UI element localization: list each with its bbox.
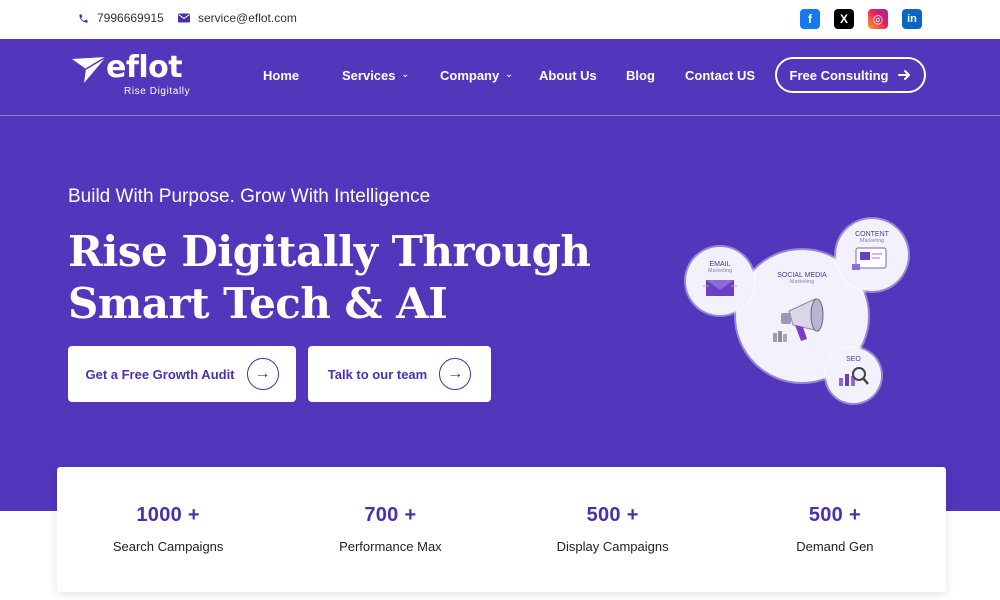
- nav-about[interactable]: About Us: [539, 68, 597, 83]
- hero-tagline: Build With Purpose. Grow With Intelligen…: [68, 186, 431, 207]
- logo-wordmark: eflot: [106, 50, 183, 85]
- stat-value: 500 +: [808, 504, 861, 526]
- nav-contact[interactable]: Contact US: [685, 68, 755, 83]
- chevron-down-icon: ⌄: [401, 69, 410, 79]
- stat-item: 1000 + Search Campaigns: [57, 467, 279, 592]
- nav-services-label: Services: [342, 68, 396, 83]
- stat-label: Demand Gen: [796, 539, 874, 554]
- main-header: eflot Rise Digitally Home Services ⌄ Com…: [0, 39, 1000, 116]
- stat-label: Display Campaigns: [556, 539, 669, 554]
- nav-about-label: About Us: [539, 68, 597, 83]
- nav-contact-label: Contact US: [685, 68, 756, 83]
- nav-company[interactable]: Company ⌄: [440, 68, 513, 83]
- nav-home-label: Home: [263, 68, 300, 83]
- hero-headline-line-2: Smart Tech & AI: [68, 279, 448, 328]
- stat-label: Performance Max: [339, 539, 442, 554]
- stat-value: 1000 +: [136, 504, 200, 526]
- stats-card: 1000 + Search Campaigns 700 + Performanc…: [57, 467, 946, 592]
- hero-headline-line-1: Rise Digitally Through: [68, 227, 591, 276]
- content-screen-icon: [852, 247, 887, 270]
- arrow-right-icon: →: [246, 358, 279, 390]
- x-icon[interactable]: X: [834, 9, 854, 29]
- talk-to-team-label: Talk to our team: [327, 366, 428, 382]
- hero-section: Build With Purpose. Grow With Intelligen…: [0, 116, 1000, 511]
- email-address: service@eflot.com: [198, 11, 297, 25]
- seo-title: SEO: [846, 356, 861, 363]
- top-contact-bar: 7996669915 service@eflot.com f X ◎ in: [0, 0, 1000, 39]
- stat-item: 500 + Demand Gen: [724, 467, 946, 592]
- free-growth-audit-label: Get a Free Growth Audit: [85, 366, 235, 382]
- phone-contact[interactable]: 7996669915: [78, 11, 164, 25]
- linkedin-icon[interactable]: in: [902, 9, 922, 29]
- free-consulting-button[interactable]: Free Consulting: [775, 57, 926, 93]
- facebook-icon[interactable]: f: [800, 9, 820, 29]
- logo-tagline: Rise Digitally: [124, 86, 191, 97]
- email-contact[interactable]: service@eflot.com: [178, 11, 297, 25]
- free-growth-audit-button[interactable]: Get a Free Growth Audit →: [68, 346, 296, 402]
- hero-headline: Rise Digitally Through Smart Tech & AI: [68, 226, 591, 330]
- arrow-right-icon: →: [439, 358, 472, 390]
- content-title: CONTENT: [855, 231, 889, 238]
- email-subtitle: Marketing: [707, 268, 733, 274]
- megaphone-icon: [773, 298, 824, 342]
- envelope-icon: [703, 280, 737, 296]
- arrow-right-icon: [898, 70, 911, 80]
- chevron-down-icon: ⌄: [505, 69, 513, 79]
- stat-item: 500 + Display Campaigns: [502, 467, 724, 592]
- magnifier-chart-icon: [838, 367, 869, 386]
- nav-home[interactable]: Home: [263, 68, 299, 83]
- stat-item: 700 + Performance Max: [279, 467, 501, 592]
- content-subtitle: Marketing: [859, 238, 885, 244]
- envelope-icon: [178, 13, 190, 23]
- instagram-icon[interactable]: ◎: [868, 9, 888, 29]
- logo[interactable]: eflot Rise Digitally: [72, 50, 190, 97]
- free-consulting-label: Free Consulting: [789, 67, 889, 83]
- content-marketing-bubble: CONTENT Marketing: [836, 219, 908, 291]
- nav-services[interactable]: Services ⌄: [342, 68, 409, 83]
- nav-blog-label: Blog: [626, 68, 655, 83]
- stat-value: 500 +: [586, 504, 639, 526]
- phone-icon: [79, 13, 88, 23]
- phone-number: 7996669915: [97, 11, 164, 25]
- seo-bubble: SEO: [826, 348, 881, 403]
- email-title: EMAIL: [709, 261, 731, 268]
- nav-company-label: Company: [440, 68, 500, 83]
- paper-plane-logo-icon: [72, 57, 106, 83]
- talk-to-team-button[interactable]: Talk to our team →: [308, 346, 491, 402]
- email-marketing-bubble: EMAIL Marketing: [686, 247, 754, 315]
- social-links: f X ◎ in: [800, 9, 922, 29]
- stat-label: Search Campaigns: [112, 539, 224, 554]
- nav-blog[interactable]: Blog: [626, 68, 655, 83]
- stat-value: 700 +: [364, 504, 417, 526]
